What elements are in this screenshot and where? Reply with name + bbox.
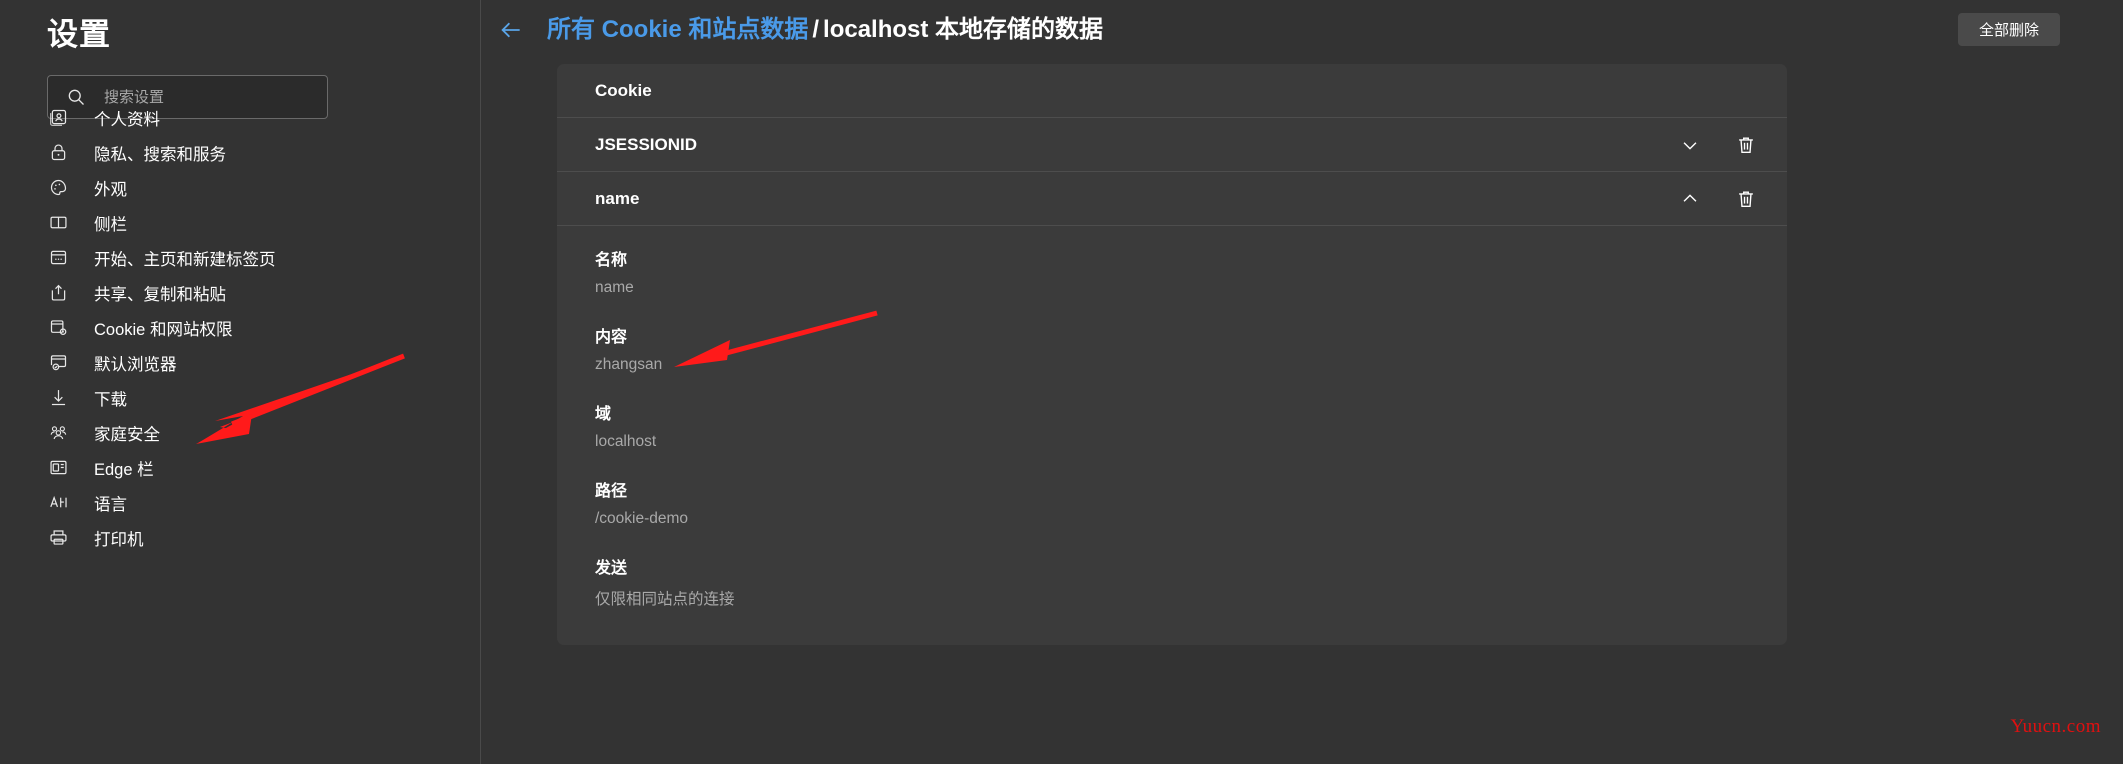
sidebar-item-label: 语言 (94, 495, 127, 514)
detail-label: 名称 (595, 252, 628, 269)
sidebar-item-label: 家庭安全 (94, 425, 160, 444)
trash-icon[interactable] (1727, 126, 1765, 164)
breadcrumb-parent-link[interactable]: 所有 Cookie 和站点数据 (547, 16, 808, 43)
default-browser-icon (47, 352, 69, 374)
sidebar-item-label: 侧栏 (94, 215, 127, 234)
sidebar-item-label: 隐私、搜索和服务 (94, 145, 226, 164)
edge-bar-icon (47, 457, 69, 479)
sidebar-item-label: 开始、主页和新建标签页 (94, 250, 276, 269)
cookie-detail-field-path: 路径 /cookie-demo (595, 477, 1787, 528)
breadcrumb: 所有 Cookie 和站点数据 / localhost 本地存储的数据 (547, 12, 1103, 48)
page-scrollbar[interactable] (2117, 0, 2123, 764)
share-icon (47, 282, 69, 304)
detail-label: 内容 (595, 329, 628, 346)
sidebar-item-cookies-site-permissions[interactable]: Cookie 和网站权限 (0, 310, 481, 345)
cookie-row-actions (1671, 126, 1787, 164)
cookie-section-title: Cookie (595, 80, 652, 100)
start-page-icon (47, 247, 69, 269)
cookie-detail-field-name: 名称 name (595, 246, 1787, 297)
cookie-row-name: JSESSIONID (595, 134, 698, 154)
sidebar-item-label: 默认浏览器 (94, 355, 177, 374)
sidebar-item-label: 下载 (94, 390, 127, 409)
sidebar-item-label: 共享、复制和粘贴 (94, 285, 226, 304)
breadcrumb-separator: / (812, 16, 820, 43)
detail-value: localhost (595, 433, 657, 450)
chevron-down-icon[interactable] (1671, 126, 1709, 164)
sidebar-item-default-browser[interactable]: 默认浏览器 (0, 345, 481, 380)
cookie-row-name: name (595, 188, 640, 208)
sidebar-item-sidebar[interactable]: 侧栏 (0, 205, 481, 240)
palette-icon (47, 177, 69, 199)
cookie-section-header: Cookie (557, 64, 1787, 118)
sidebar-icon (47, 212, 69, 234)
detail-value: /cookie-demo (595, 510, 689, 527)
sidebar-item-profile[interactable]: 个人资料 (0, 100, 481, 135)
detail-value: name (595, 279, 634, 296)
sidebar-nav-list: 个人资料 隐私、搜索和服务 外观 侧栏 开始、主页和新建标签页 共享、复制和粘贴… (0, 100, 481, 555)
lock-icon (47, 142, 69, 164)
download-icon (47, 387, 69, 409)
settings-sidebar: 设置 个人资料 (0, 0, 481, 764)
sidebar-item-edge-bar[interactable]: Edge 栏 (0, 450, 481, 485)
cookie-detail-panel: 名称 name 内容 zhangsan 域 localhost 路径 /cook… (557, 226, 1787, 645)
content-header: 所有 Cookie 和站点数据 / localhost 本地存储的数据 全部删除 (481, 0, 2123, 62)
page-title: 设置 (47, 17, 111, 52)
back-arrow-icon[interactable] (496, 15, 526, 45)
cookie-settings-icon (47, 317, 69, 339)
cookie-detail-field-domain: 域 localhost (595, 400, 1787, 451)
sidebar-item-downloads[interactable]: 下载 (0, 380, 481, 415)
detail-label: 域 (595, 406, 612, 423)
printer-icon (47, 527, 69, 549)
cookie-detail-field-sendfor: 发送 仅限相同站点的连接 (595, 554, 1787, 609)
settings-page: 设置 个人资料 (0, 0, 2123, 764)
cookie-row[interactable]: JSESSIONID (557, 118, 1787, 172)
detail-label: 路径 (595, 483, 628, 500)
main-content: 所有 Cookie 和站点数据 / localhost 本地存储的数据 全部删除 C… (481, 0, 2123, 764)
sidebar-item-label: 打印机 (94, 530, 144, 549)
sidebar-item-privacy[interactable]: 隐私、搜索和服务 (0, 135, 481, 170)
language-icon (47, 492, 69, 514)
sidebar-item-start-home-newtab[interactable]: 开始、主页和新建标签页 (0, 240, 481, 275)
detail-value: 仅限相同站点的连接 (595, 591, 735, 608)
sidebar-item-label: Cookie 和网站权限 (94, 320, 233, 339)
cookie-card: Cookie JSESSIONID name 名称 name 内容 zhangs… (557, 64, 1787, 645)
cookie-row-actions (1671, 180, 1787, 218)
sidebar-item-label: Edge 栏 (94, 460, 154, 479)
sidebar-item-label: 个人资料 (94, 110, 160, 129)
cookie-detail-field-content: 内容 zhangsan (595, 323, 1787, 374)
profile-icon (47, 107, 69, 129)
detail-label: 发送 (595, 560, 628, 577)
sidebar-item-share-copy-paste[interactable]: 共享、复制和粘贴 (0, 275, 481, 310)
family-icon (47, 422, 69, 444)
sidebar-item-family-safety[interactable]: 家庭安全 (0, 415, 481, 450)
sidebar-item-languages[interactable]: 语言 (0, 485, 481, 520)
delete-all-button[interactable]: 全部删除 (1957, 13, 2060, 46)
watermark: Yuucn.com (2010, 716, 2101, 737)
sidebar-item-printers[interactable]: 打印机 (0, 520, 481, 555)
trash-icon[interactable] (1727, 180, 1765, 218)
cookie-row[interactable]: name (557, 172, 1787, 226)
chevron-up-icon[interactable] (1671, 180, 1709, 218)
detail-value: zhangsan (595, 356, 663, 373)
breadcrumb-current: localhost 本地存储的数据 (823, 16, 1104, 43)
sidebar-item-appearance[interactable]: 外观 (0, 170, 481, 205)
sidebar-item-label: 外观 (94, 180, 127, 199)
